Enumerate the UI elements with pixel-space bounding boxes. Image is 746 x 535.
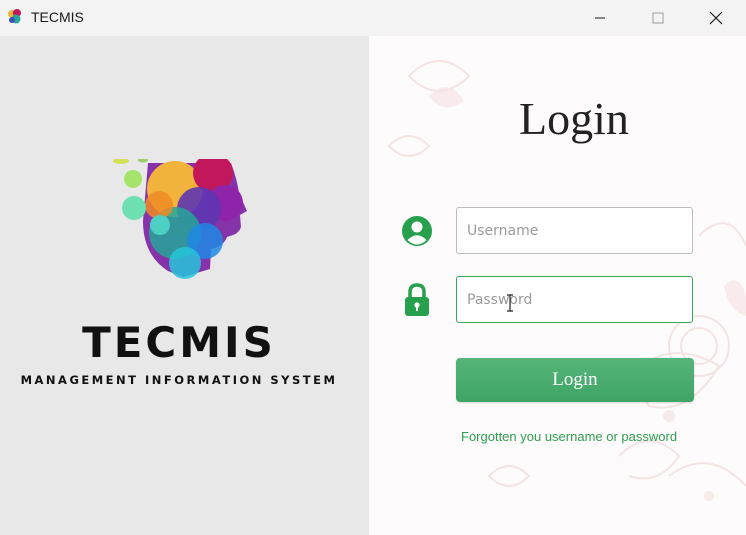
login-heading: Login (519, 93, 629, 144)
close-button[interactable] (688, 0, 744, 36)
minimize-button[interactable] (572, 0, 628, 36)
text-cursor-icon (507, 294, 513, 312)
maximize-icon (652, 12, 664, 24)
window-titlebar[interactable]: TECMIS (0, 0, 746, 36)
app-logo-icon (8, 9, 21, 24)
maximize-button[interactable] (630, 0, 686, 36)
close-icon (709, 11, 723, 25)
username-input[interactable] (456, 207, 693, 254)
password-input[interactable] (456, 276, 693, 323)
brand-tagline: MANAGEMENT INFORMATION SYSTEM (20, 373, 338, 387)
login-button[interactable]: Login (456, 358, 694, 402)
user-icon (402, 216, 432, 246)
login-panel: Login Login Forgotten you username or pa… (369, 36, 746, 535)
window-title: TECMIS (31, 9, 84, 25)
brain-head-logo (113, 159, 247, 279)
brand-name: TECMIS (82, 318, 276, 367)
lock-icon (405, 283, 429, 316)
minimize-icon (595, 17, 605, 19)
forgot-password-link[interactable]: Forgotten you username or password (461, 429, 677, 444)
branding-panel: TECMIS MANAGEMENT INFORMATION SYSTEM (0, 36, 369, 535)
